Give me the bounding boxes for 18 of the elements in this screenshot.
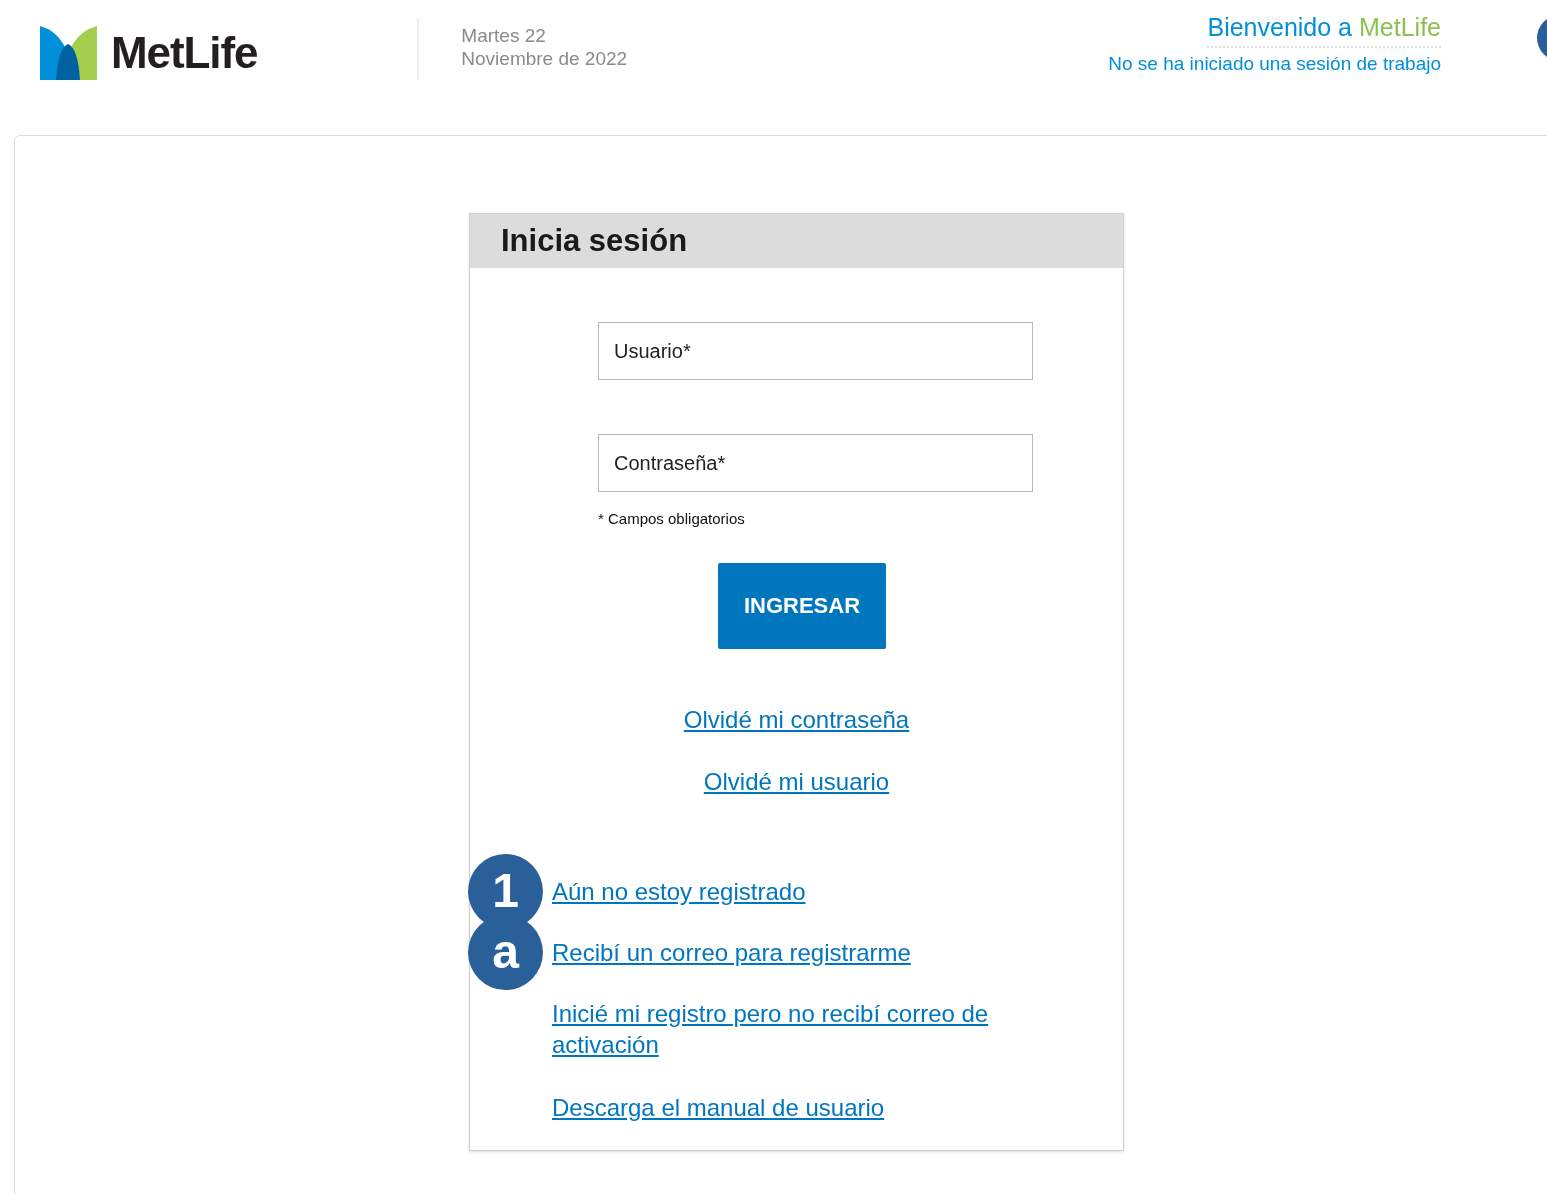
link[interactable]: Recibí un correo para registrarme	[552, 936, 1012, 968]
link[interactable]: Aún no estoy registrado	[552, 875, 1012, 907]
input-field[interactable]: Contraseña*	[598, 434, 1033, 492]
logo-icon	[40, 26, 97, 80]
input-field[interactable]: Usuario*	[598, 322, 1033, 380]
link[interactable]: Inicié mi registro pero no recibí correo de activación	[552, 997, 1012, 1060]
brand-text: MetLife	[1359, 12, 1441, 43]
submit-button[interactable]: INGRESAR	[718, 562, 886, 649]
logo-text: MetLife	[111, 27, 258, 79]
link[interactable]: Descarga el manual de usuario	[552, 1091, 1012, 1123]
link[interactable]: Olvidé mi contraseña	[683, 703, 910, 736]
date-text: Noviembre de 2022	[461, 47, 629, 70]
link[interactable]: Olvidé mi usuario	[703, 765, 890, 798]
date-text: Martes 22	[461, 24, 547, 47]
session-status: No se ha iniciado una sesión de trabajo	[1108, 52, 1441, 76]
required-note: * Campos obligatorios	[598, 509, 746, 529]
welcome-text: Bienvenido a	[1207, 12, 1352, 43]
card-title: Inicia sesión	[501, 221, 688, 260]
